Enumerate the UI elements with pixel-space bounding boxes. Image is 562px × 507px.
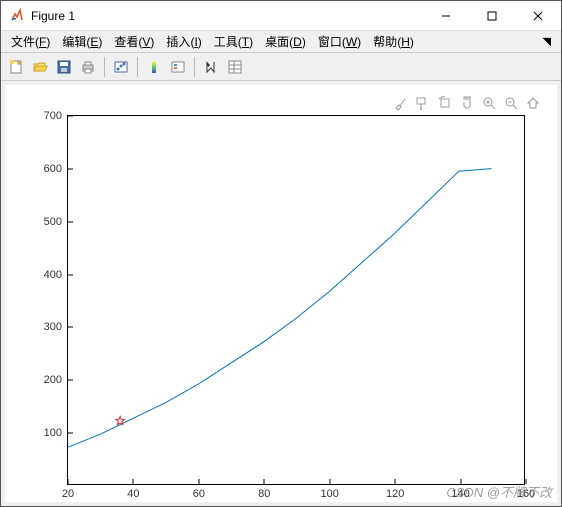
figure-window: Figure 1 文件(F) 编辑(E) 查看(V) 插入(I) 工具(T) 桌… — [0, 0, 562, 507]
pan-icon[interactable] — [457, 93, 477, 113]
close-button[interactable] — [515, 1, 561, 31]
x-tick-label: 120 — [386, 484, 404, 500]
x-tick-label: 40 — [127, 484, 139, 500]
toolbar-sep — [137, 57, 138, 77]
toolbar-sep — [104, 57, 105, 77]
toolbar-sep — [194, 57, 195, 77]
x-tick-label: 60 — [193, 484, 205, 500]
zoom-out-icon[interactable] — [501, 93, 521, 113]
print-button[interactable] — [77, 56, 99, 78]
y-tick-label: 200 — [44, 374, 68, 386]
y-tick-label: 100 — [44, 427, 68, 439]
x-tick-label: 20 — [62, 484, 74, 500]
menu-tools[interactable]: 工具(T) — [208, 31, 259, 52]
menu-edit[interactable]: 编辑(E) — [56, 31, 108, 52]
watermark-text: CSDN @不牌不改 — [446, 482, 552, 501]
y-tick-label: 700 — [44, 110, 68, 122]
menu-help[interactable]: 帮助(H) — [367, 31, 420, 52]
plot-svg — [68, 116, 524, 484]
link-brush-button[interactable] — [110, 56, 132, 78]
brush-icon[interactable] — [391, 93, 411, 113]
minimize-button[interactable] — [423, 1, 469, 31]
axes[interactable]: 100200300400500600700 204060801001201401… — [67, 115, 525, 485]
y-tick-label: 400 — [44, 269, 68, 281]
y-tick-label: 500 — [44, 216, 68, 228]
new-figure-button[interactable] — [5, 56, 27, 78]
insert-legend-button[interactable] — [167, 56, 189, 78]
restore-view-icon[interactable] — [523, 93, 543, 113]
menubar: 文件(F) 编辑(E) 查看(V) 插入(I) 工具(T) 桌面(D) 窗口(W… — [1, 31, 561, 53]
rotate-icon[interactable] — [435, 93, 455, 113]
datatip-icon[interactable] — [413, 93, 433, 113]
expand-toolstrip-icon[interactable]: ◥ — [537, 35, 557, 48]
menu-file[interactable]: 文件(F) — [5, 31, 56, 52]
maximize-button[interactable] — [469, 1, 515, 31]
figure-area: 100200300400500600700 204060801001201401… — [1, 81, 561, 506]
y-tick-label: 600 — [44, 163, 68, 175]
x-tick-label: 80 — [258, 484, 270, 500]
menu-desktop[interactable]: 桌面(D) — [259, 31, 312, 52]
y-tick-label: 300 — [44, 321, 68, 333]
insert-colorbar-button[interactable] — [143, 56, 165, 78]
menu-insert[interactable]: 插入(I) — [160, 31, 207, 52]
open-property-inspector-button[interactable] — [224, 56, 246, 78]
edit-plot-button[interactable] — [200, 56, 222, 78]
menu-view[interactable]: 查看(V) — [108, 31, 160, 52]
x-tick-label: 100 — [321, 484, 339, 500]
zoom-in-icon[interactable] — [479, 93, 499, 113]
axes-toolbar — [391, 93, 543, 113]
menu-window[interactable]: 窗口(W) — [312, 31, 367, 52]
window-title: Figure 1 — [31, 9, 423, 23]
open-button[interactable] — [29, 56, 51, 78]
figure-canvas: 100200300400500600700 204060801001201401… — [5, 85, 557, 502]
titlebar: Figure 1 — [1, 1, 561, 31]
save-button[interactable] — [53, 56, 75, 78]
toolbar — [1, 53, 561, 81]
matlab-logo-icon — [9, 8, 25, 24]
